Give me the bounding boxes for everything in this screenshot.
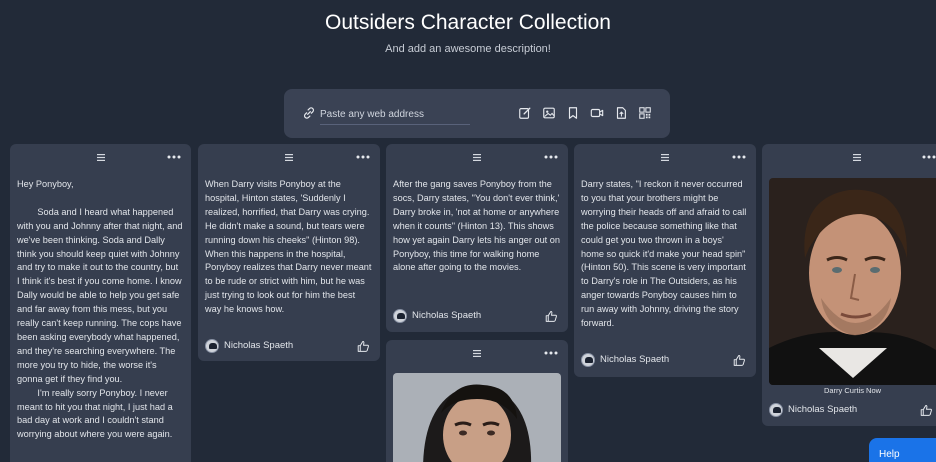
thumbs-up-icon[interactable] xyxy=(357,340,370,353)
page-title: Outsiders Character Collection xyxy=(325,11,611,34)
bookmark-icon[interactable] xyxy=(566,106,580,120)
post-author: Nicholas Spaeth xyxy=(769,403,909,417)
card-toolbar xyxy=(386,340,568,368)
web-address-input[interactable] xyxy=(320,105,470,125)
drag-handle-icon[interactable] xyxy=(285,154,293,161)
avatar xyxy=(205,339,219,353)
card-toolbar xyxy=(762,144,936,172)
card-toolbar xyxy=(10,144,191,172)
thumbs-up-icon[interactable] xyxy=(545,310,558,323)
thumbs-up-icon[interactable] xyxy=(920,404,933,417)
post-card[interactable]: When Darry visits Ponyboy at the hospita… xyxy=(198,144,380,361)
page-description: And add an awesome description! xyxy=(385,43,551,55)
post-card[interactable]: Darry states, "I reckon it never occurre… xyxy=(574,144,756,377)
post-text: Darry states, "I reckon it never occurre… xyxy=(581,179,749,329)
post-text: When Darry visits Ponyboy at the hospita… xyxy=(205,179,375,315)
card-toolbar xyxy=(198,144,380,172)
author-name: Nicholas Spaeth xyxy=(224,340,294,351)
avatar xyxy=(769,403,783,417)
help-button[interactable]: Help xyxy=(869,438,936,462)
drag-handle-icon[interactable] xyxy=(661,154,669,161)
more-options-icon[interactable] xyxy=(167,153,181,161)
author-name: Nicholas Spaeth xyxy=(788,404,858,415)
character-photo[interactable] xyxy=(769,178,936,385)
image-post-card[interactable]: Darry Curtis Now Nicholas Spaeth xyxy=(762,144,936,426)
more-options-icon[interactable] xyxy=(544,153,558,161)
post-card[interactable]: After the gang saves Ponyboy from the so… xyxy=(386,144,568,332)
link-icon xyxy=(304,107,314,119)
image-post-card[interactable] xyxy=(386,340,568,462)
more-options-icon[interactable] xyxy=(544,349,558,357)
video-icon[interactable] xyxy=(590,106,604,120)
drag-handle-icon[interactable] xyxy=(473,350,481,357)
post-author: Nicholas Spaeth xyxy=(581,353,721,367)
avatar xyxy=(581,353,595,367)
post-composer xyxy=(284,89,670,138)
more-options-icon[interactable] xyxy=(356,153,370,161)
image-icon[interactable] xyxy=(542,106,556,120)
character-photo[interactable] xyxy=(393,373,561,462)
more-options-icon[interactable] xyxy=(922,153,936,161)
edit-icon[interactable] xyxy=(518,106,532,120)
post-text: Hey Ponyboy, Soda and I heard what happe… xyxy=(17,179,183,440)
post-text: After the gang saves Ponyboy from the so… xyxy=(393,179,563,273)
author-name: Nicholas Spaeth xyxy=(600,354,670,365)
thumbs-up-icon[interactable] xyxy=(733,354,746,367)
post-card[interactable]: Hey Ponyboy, Soda and I heard what happe… xyxy=(10,144,191,462)
author-name: Nicholas Spaeth xyxy=(412,310,482,321)
drag-handle-icon[interactable] xyxy=(96,154,105,161)
more-options-icon[interactable] xyxy=(732,153,746,161)
upload-icon[interactable] xyxy=(614,106,628,120)
avatar xyxy=(393,309,407,323)
post-author: Nicholas Spaeth xyxy=(393,309,533,323)
card-toolbar xyxy=(386,144,568,172)
photo-caption: Darry Curtis Now xyxy=(823,386,882,395)
drag-handle-icon[interactable] xyxy=(473,154,481,161)
card-toolbar xyxy=(574,144,756,172)
drag-handle-icon[interactable] xyxy=(853,154,861,161)
post-author: Nicholas Spaeth xyxy=(205,339,345,353)
qr-code-icon[interactable] xyxy=(638,106,652,120)
